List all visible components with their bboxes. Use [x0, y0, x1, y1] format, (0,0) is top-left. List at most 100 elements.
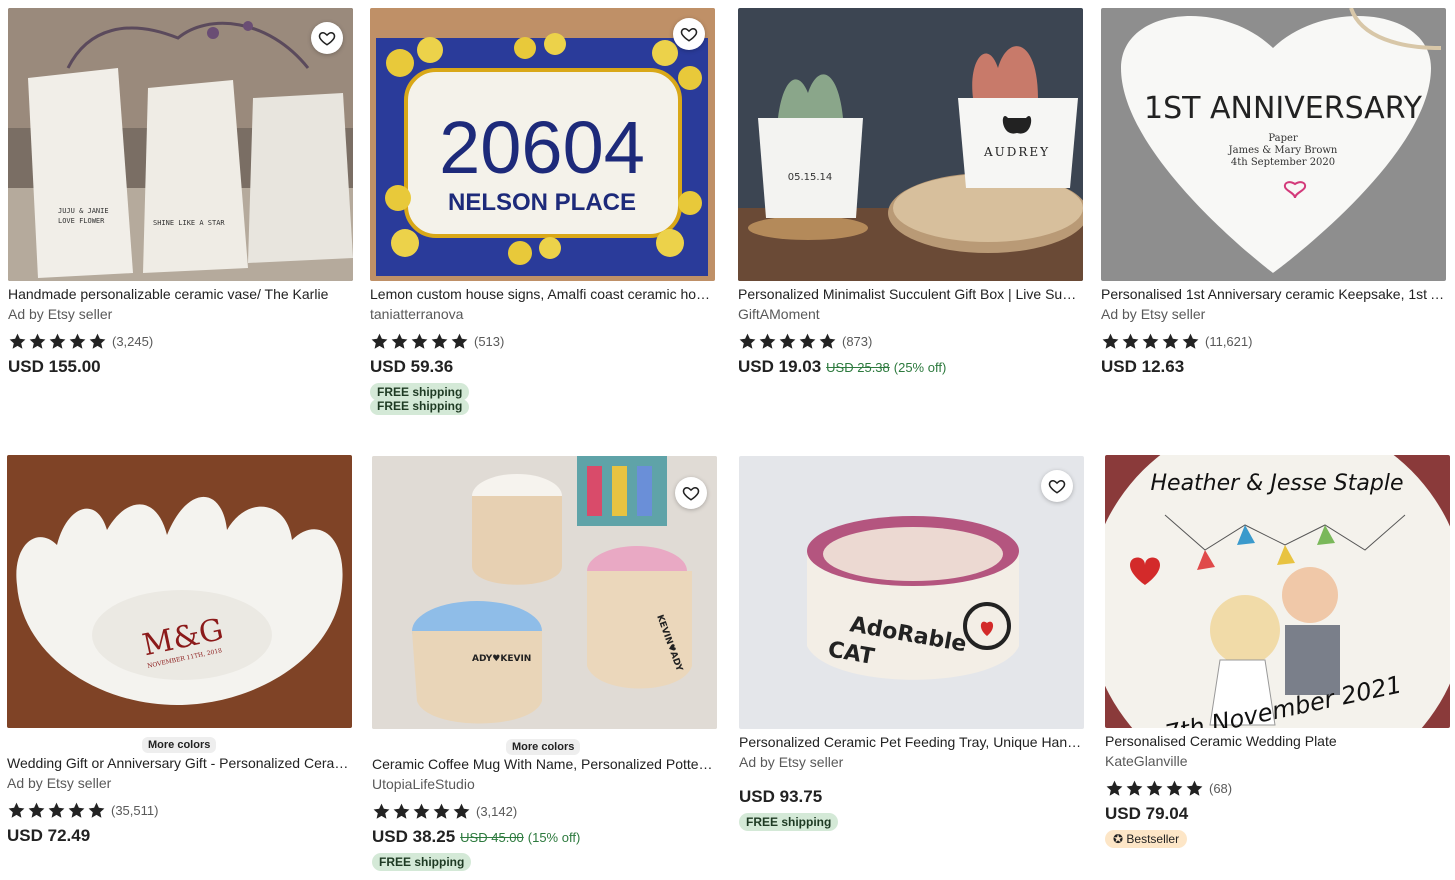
listing-title[interactable]: Personalized Ceramic Pet Feeding Tray, U…	[739, 733, 1084, 751]
plate-top-text: Heather & Jesse Staple	[1150, 471, 1403, 496]
svg-text:LOVE FLOWER: LOVE FLOWER	[58, 217, 105, 225]
favorite-button[interactable]	[311, 22, 343, 54]
star-icon	[819, 333, 836, 349]
bestseller-badge: ✪ Bestseller	[1105, 830, 1188, 848]
star-icon	[8, 802, 25, 818]
listing-card-2[interactable]: 20604 NELSON PLACE Lemon custom house si…	[370, 8, 715, 415]
svg-text:JUJU & JANIE: JUJU & JANIE	[58, 207, 109, 215]
star-icon	[1102, 333, 1119, 349]
review-count: (873)	[842, 333, 873, 349]
star-icon	[411, 333, 428, 349]
seller-name[interactable]: KateGlanville	[1105, 752, 1450, 770]
listing-title[interactable]: Lemon custom house signs, Amalfi coast c…	[370, 285, 715, 303]
vase-photo: JUJU & JANIE LOVE FLOWER SHINE LIKE A ST…	[8, 8, 353, 281]
star-icon	[1142, 333, 1159, 349]
star-icon	[1186, 780, 1203, 796]
star-icon	[371, 333, 388, 349]
coffee-mug-photo: ADY♥KEVIN KEVIN♥ADY	[372, 456, 717, 729]
star-icon	[49, 333, 66, 349]
svg-text:SHINE LIKE A STAR: SHINE LIKE A STAR	[153, 219, 225, 227]
star-icon	[69, 333, 86, 349]
heart-outline-icon	[680, 27, 698, 42]
star-icon	[88, 802, 105, 818]
star-rating	[738, 332, 837, 351]
review-count: (513)	[474, 333, 505, 349]
star-icon	[739, 333, 756, 349]
price: USD 93.75	[739, 787, 823, 806]
award-icon: ✪	[1113, 832, 1124, 846]
star-icon	[1146, 780, 1163, 796]
favorite-button[interactable]	[1041, 470, 1073, 502]
seller-name[interactable]: UtopiaLifeStudio	[372, 775, 717, 793]
price: USD 155.00	[8, 357, 101, 376]
keepsake-line4: 4th September 2020	[1231, 157, 1335, 168]
listing-image[interactable]: JUJU & JANIE LOVE FLOWER SHINE LIKE A ST…	[8, 8, 353, 281]
star-icon	[28, 802, 45, 818]
wedding-plate-photo: Heather & Jesse Staple 7th November 2021	[1105, 455, 1450, 728]
listing-card-1[interactable]: JUJU & JANIE LOVE FLOWER SHINE LIKE A ST…	[8, 8, 353, 377]
bestseller-label: Bestseller	[1126, 832, 1180, 846]
favorite-button[interactable]	[675, 477, 707, 509]
star-icon	[391, 333, 408, 349]
star-icon	[1126, 780, 1143, 796]
heart-outline-icon	[682, 486, 700, 501]
listing-title[interactable]: Personalised 1st Anniversary ceramic Kee…	[1101, 285, 1446, 303]
star-icon	[1122, 333, 1139, 349]
listing-card-7[interactable]: AdoRable CAT Personalized Ceramic Pet Fe…	[739, 456, 1084, 831]
rating: (513)	[370, 331, 715, 351]
star-icon	[779, 333, 796, 349]
listing-title[interactable]: Personalised Ceramic Wedding Plate	[1105, 732, 1450, 750]
pot-name: AUDREY	[983, 145, 1050, 159]
listing-title[interactable]: Wedding Gift or Anniversary Gift - Perso…	[7, 754, 352, 772]
review-count: (3,142)	[476, 803, 518, 819]
heart-outline-icon	[318, 31, 336, 46]
star-icon	[433, 803, 450, 819]
coral-bowl-photo: M&G NOVEMBER 11TH, 2018	[7, 455, 352, 728]
free-shipping-badge-duplicate: FREE shipping	[370, 399, 470, 415]
rating: (11,621)	[1101, 331, 1446, 351]
listing-card-4[interactable]: 1ST ANNIVERSARY Paper James & Mary Brown…	[1101, 8, 1446, 377]
heart-outline-icon	[1048, 479, 1066, 494]
review-count: (11,621)	[1205, 333, 1253, 349]
seller-name: Ad by Etsy seller	[8, 306, 113, 322]
star-icon	[9, 333, 26, 349]
sign-street: NELSON PLACE	[448, 189, 636, 216]
rating: (873)	[738, 331, 1083, 351]
keepsake-line1: 1ST ANNIVERSARY	[1144, 91, 1423, 126]
seller-name[interactable]: GiftAMoment	[738, 305, 1083, 323]
seller-name[interactable]: taniatterranova	[370, 305, 715, 323]
star-rating	[370, 332, 469, 351]
listing-image[interactable]: M&G NOVEMBER 11TH, 2018	[7, 455, 352, 728]
listing-image[interactable]: 20604 NELSON PLACE	[370, 8, 715, 281]
discount: (25% off)	[893, 360, 947, 375]
original-price: USD 25.38	[826, 360, 890, 375]
favorite-button[interactable]	[673, 18, 705, 50]
sign-number: 20604	[439, 106, 645, 189]
listing-image[interactable]: AdoRable CAT	[739, 456, 1084, 729]
price: USD 72.49	[7, 826, 91, 845]
star-icon	[1162, 333, 1179, 349]
free-shipping-badge: FREE shipping	[739, 813, 839, 831]
review-count: (35,511)	[111, 802, 159, 818]
listing-image[interactable]: 05.15.14 AUDREY	[738, 8, 1083, 281]
rating: (35,511)	[7, 800, 352, 820]
listing-card-5[interactable]: M&G NOVEMBER 11TH, 2018 More colors Wedd…	[7, 455, 352, 846]
listing-image[interactable]: ADY♥KEVIN KEVIN♥ADY	[372, 456, 717, 729]
star-icon	[393, 803, 410, 819]
listing-title[interactable]: Handmade personalizable ceramic vase/ Th…	[8, 285, 353, 303]
pet-bowl-photo: AdoRable CAT	[739, 456, 1084, 729]
star-icon	[799, 333, 816, 349]
free-shipping-badge: FREE shipping	[372, 853, 472, 871]
listing-title[interactable]: Ceramic Coffee Mug With Name, Personaliz…	[372, 755, 717, 773]
listing-card-3[interactable]: 05.15.14 AUDREY Personalized Minimalist …	[738, 8, 1083, 377]
seller-name: Ad by Etsy seller	[739, 754, 844, 770]
listing-card-6[interactable]: ADY♥KEVIN KEVIN♥ADY More colors Ceramic …	[372, 456, 717, 871]
star-rating	[1101, 332, 1200, 351]
discount: (15% off)	[527, 830, 581, 845]
original-price: USD 45.00	[460, 830, 524, 845]
star-icon	[29, 333, 46, 349]
listing-image[interactable]: 1ST ANNIVERSARY Paper James & Mary Brown…	[1101, 8, 1446, 281]
listing-image[interactable]: Heather & Jesse Staple 7th November 2021	[1105, 455, 1450, 728]
listing-card-8[interactable]: Heather & Jesse Staple 7th November 2021…	[1105, 455, 1450, 848]
listing-title[interactable]: Personalized Minimalist Succulent Gift B…	[738, 285, 1083, 303]
